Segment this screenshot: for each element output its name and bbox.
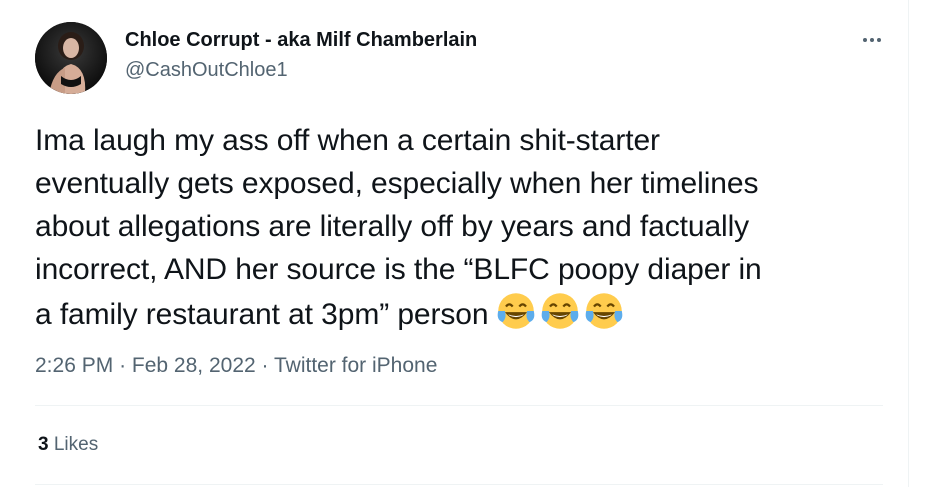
divider [35, 484, 883, 485]
more-dot-icon [863, 38, 867, 42]
more-options-button[interactable] [855, 26, 889, 54]
tweet-metadata: 2:26 PM · Feb 28, 2022 · Twitter for iPh… [35, 352, 437, 380]
divider [35, 405, 883, 406]
tweet-text: Ima laugh my ass off when a certain shit… [35, 124, 762, 331]
meta-separator: · [261, 354, 269, 377]
column-border [908, 0, 909, 487]
more-dot-icon [870, 38, 874, 42]
face-with-tears-of-joy-icon [586, 293, 623, 329]
likes-label: Likes [53, 434, 99, 455]
tweet-body: Ima laugh my ass off when a certain shit… [35, 119, 905, 336]
more-dot-icon [877, 38, 881, 42]
likes-count: 3 [38, 434, 49, 455]
likes-link[interactable]: 3 Likes [38, 432, 98, 458]
tweet-time[interactable]: 2:26 PM [35, 354, 113, 377]
tweet-source-link[interactable]: Twitter for iPhone [274, 354, 437, 377]
emoji-group [496, 291, 624, 331]
avatar[interactable] [35, 22, 107, 94]
author-display-name[interactable]: Chloe Corrupt - aka Milf Chamberlain [125, 28, 477, 52]
author-handle[interactable]: @CashOutChloe1 [125, 58, 288, 82]
tweet-date[interactable]: Feb 28, 2022 [132, 354, 256, 377]
tweet-card: Chloe Corrupt - aka Milf Chamberlain @Ca… [0, 0, 908, 487]
face-with-tears-of-joy-icon [498, 293, 535, 329]
meta-separator: · [119, 354, 127, 377]
face-with-tears-of-joy-icon [542, 293, 579, 329]
